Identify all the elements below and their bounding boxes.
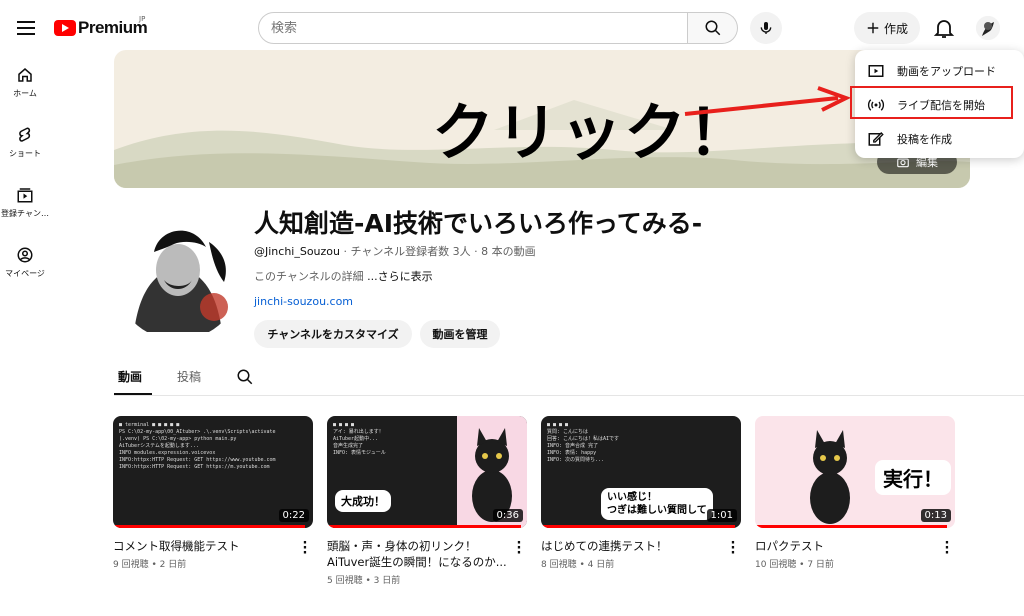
video-duration: 0:13 [920, 509, 951, 522]
video-thumbnail[interactable]: ■ terminal ■ ■ ■ ■ ■ PS C:\02-my-app\00_A… [113, 416, 313, 528]
sidebar-item-label: マイページ [5, 269, 45, 278]
sidebar: ホーム ショート 登録チャン… マイページ [0, 56, 50, 296]
search-button[interactable] [688, 12, 738, 44]
tab-posts[interactable]: 投稿 [177, 368, 201, 385]
channel-desc-text: このチャンネルの詳細 [254, 270, 368, 283]
channel-avatar[interactable] [114, 212, 242, 340]
channel-name: 人知創造-AI技術でいろいろ作ってみる- [254, 209, 703, 238]
logo-region: JP [139, 15, 146, 23]
video-duration: 0:22 [278, 509, 309, 522]
youtube-logo[interactable]: Premium JP [54, 15, 148, 38]
watch-progress [327, 525, 521, 528]
plus-icon [867, 22, 879, 34]
menu-item-label: 動画をアップロード [897, 65, 996, 78]
video-duration: 1:01 [706, 509, 737, 522]
watch-progress [113, 525, 305, 528]
logo-text: Premium [78, 18, 148, 37]
thumbnail-overlay-text: 大成功！ [335, 490, 391, 512]
samurai-avatar-image [114, 212, 242, 340]
video-card[interactable]: 実行！ 0:13 ロパクテスト 10 回視聴 • 7 日前 · · · [755, 416, 955, 570]
sidebar-item-label: ショート [9, 149, 41, 158]
search-icon [705, 20, 720, 36]
annotation-highlight-box [850, 86, 1013, 119]
manage-videos-button[interactable]: 動画を管理 [420, 320, 500, 348]
video-duration: 0:36 [492, 509, 523, 522]
upload-video-icon [868, 65, 884, 77]
thumbnail-overlay-text: 実行！ [875, 460, 951, 495]
sidebar-item-shorts[interactable]: ショート [0, 116, 50, 176]
video-thumbnail[interactable]: ■ ■ ■ ■ 質問: こんにちは 回答: こんにちは！私はAIです INFO: 音声… [541, 416, 741, 528]
watch-progress [541, 525, 735, 528]
menu-item-label: 投稿を作成 [897, 133, 952, 146]
video-title[interactable]: 頭脳・声・身体の初リンク！AiTuver誕生の瞬間！になるのか... [327, 538, 507, 570]
video-card[interactable]: ■ terminal ■ ■ ■ ■ ■ PS C:\02-my-app\00_A… [113, 416, 313, 570]
youtube-play-icon [54, 20, 76, 36]
you-icon [17, 247, 33, 263]
channel-meta: @Jinchi_Souzou ‧ チャンネル登録者数 3人 ‧ 8 本の動画 [254, 243, 536, 259]
top-bar: Premium JP 作成 [0, 0, 1024, 56]
mic-icon [760, 22, 772, 34]
video-meta: 5 回視聴 • 3 日前 [327, 576, 401, 586]
notifications-bell-icon[interactable] [932, 16, 956, 40]
sidebar-item-subscriptions[interactable]: 登録チャン… [0, 176, 50, 236]
black-cat-image [810, 430, 850, 524]
show-more-link[interactable]: ...さらに表示 [367, 270, 433, 283]
channel-search-icon[interactable] [236, 368, 254, 386]
home-icon [18, 68, 32, 82]
shorts-icon [19, 127, 31, 142]
channel-stats: ‧ チャンネル登録者数 3人 ‧ 8 本の動画 [340, 245, 536, 258]
post-edit-icon [868, 132, 884, 146]
sidebar-item-you[interactable]: マイページ [0, 236, 50, 296]
video-thumbnail[interactable]: 実行！ 0:13 [755, 416, 955, 528]
more-actions-icon[interactable]: · · · [943, 537, 951, 560]
video-title[interactable]: はじめての連携テスト！ [541, 538, 721, 554]
voice-search-button[interactable] [750, 12, 782, 44]
account-avatar[interactable] [976, 16, 1000, 40]
video-thumbnail[interactable]: ■ ■ ■ ■ アイ: 暴れ出します！ AiTuber起動中... 音声生成完了 INF… [327, 416, 527, 528]
create-button[interactable]: 作成 [854, 12, 920, 44]
more-actions-icon[interactable]: · · · [729, 537, 737, 560]
sidebar-item-label: ホーム [13, 89, 37, 98]
video-meta: 9 回視聴 • 2 日前 [113, 560, 187, 570]
customize-channel-button[interactable]: チャンネルをカスタマイズ [254, 320, 412, 348]
active-tab-indicator [114, 393, 152, 395]
menu-item-upload[interactable]: 動画をアップロード [855, 54, 1024, 88]
video-title[interactable]: コメント取得機能テスト [113, 538, 293, 554]
menu-item-create-post[interactable]: 投稿を作成 [855, 122, 1024, 156]
tab-videos[interactable]: 動画 [118, 368, 142, 385]
search-input[interactable] [271, 20, 687, 36]
channel-description[interactable]: このチャンネルの詳細 ...さらに表示 [254, 268, 433, 284]
video-title[interactable]: ロパクテスト [755, 538, 935, 554]
channel-tabs: 動画 投稿 [114, 358, 1024, 396]
create-label: 作成 [883, 21, 908, 36]
watch-progress [755, 525, 947, 528]
sidebar-item-label: 登録チャン… [1, 209, 49, 218]
menu-icon[interactable] [14, 16, 38, 40]
annotation-arrow [684, 86, 852, 116]
video-meta: 10 回視聴 • 7 日前 [755, 560, 834, 570]
video-card[interactable]: ■ ■ ■ ■ 質問: こんにちは 回答: こんにちは！私はAIです INFO: 音声… [541, 416, 741, 570]
terminal-screenshot: ■ ■ ■ ■ 質問: こんにちは 回答: こんにちは！私はAIです INFO: 音声… [547, 422, 620, 463]
channel-handle: @Jinchi_Souzou [254, 245, 341, 258]
thumbnail-overlay-text: いい感じ！ つぎは難しい質問して [601, 488, 713, 520]
video-card[interactable]: ■ ■ ■ ■ アイ: 暴れ出します！ AiTuber起動中... 音声生成完了 INF… [327, 416, 527, 586]
subscriptions-icon [17, 188, 33, 203]
sidebar-item-home[interactable]: ホーム [0, 56, 50, 116]
more-actions-icon[interactable]: · · · [515, 537, 523, 560]
channel-link[interactable]: jinchi-souzou.com [254, 295, 353, 308]
video-meta: 8 回視聴 • 4 日前 [541, 560, 615, 570]
more-actions-icon[interactable]: · · · [301, 537, 309, 560]
terminal-screenshot: ■ terminal ■ ■ ■ ■ ■ PS C:\02-my-app\00_A… [119, 422, 276, 470]
search-box[interactable] [258, 12, 688, 44]
